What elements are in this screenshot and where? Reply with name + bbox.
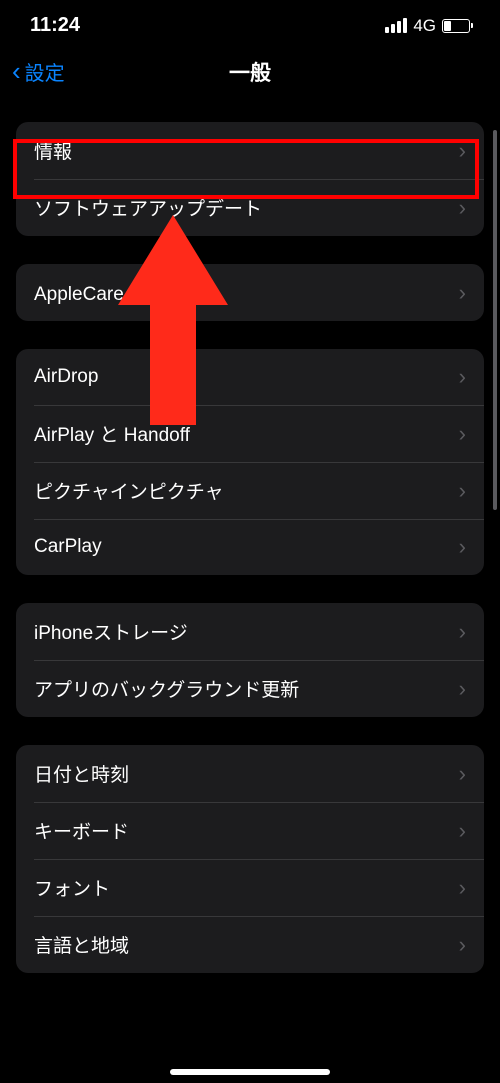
row-label: CarPlay <box>34 536 102 558</box>
row-label: 日付と時刻 <box>34 760 129 787</box>
row-background-refresh[interactable]: アプリのバックグラウンド更新 › <box>16 660 484 717</box>
chevron-right-icon: › <box>459 534 466 560</box>
row-label: AirPlay と Handoff <box>34 420 190 447</box>
row-keyboard[interactable]: キーボード › <box>16 802 484 859</box>
chevron-right-icon: › <box>459 932 466 958</box>
row-fonts[interactable]: フォント › <box>16 859 484 916</box>
battery-icon <box>442 19 470 33</box>
settings-group: iPhoneストレージ › アプリのバックグラウンド更新 › <box>16 603 484 717</box>
chevron-right-icon: › <box>459 478 466 504</box>
row-pip[interactable]: ピクチャインピクチャ › <box>16 462 484 519</box>
back-button[interactable]: ‹ 設定 <box>12 57 65 86</box>
chevron-right-icon: › <box>459 676 466 702</box>
row-carplay[interactable]: CarPlay › <box>16 519 484 575</box>
status-bar: 11:24 4G <box>0 0 500 47</box>
back-label: 設定 <box>25 57 65 86</box>
row-date-time[interactable]: 日付と時刻 › <box>16 745 484 802</box>
network-label: 4G <box>413 16 436 36</box>
row-label: キーボード <box>34 817 129 844</box>
row-applecare[interactable]: AppleCare と保証 › <box>16 264 484 321</box>
chevron-right-icon: › <box>459 195 466 221</box>
row-label: アプリのバックグラウンド更新 <box>34 675 299 702</box>
row-label: 情報 <box>34 137 72 164</box>
chevron-right-icon: › <box>459 619 466 645</box>
row-airplay[interactable]: AirPlay と Handoff › <box>16 405 484 462</box>
home-indicator[interactable] <box>170 1069 330 1075</box>
chevron-right-icon: › <box>459 421 466 447</box>
settings-group: 情報 › ソフトウェアアップデート › <box>16 122 484 236</box>
row-label: ピクチャインピクチャ <box>34 477 224 504</box>
signal-icon <box>385 18 407 33</box>
settings-group: 日付と時刻 › キーボード › フォント › 言語と地域 › <box>16 745 484 973</box>
scroll-indicator[interactable] <box>493 130 497 510</box>
row-label: AppleCare と保証 <box>34 279 186 306</box>
chevron-right-icon: › <box>459 280 466 306</box>
row-about[interactable]: 情報 › <box>16 122 484 179</box>
chevron-right-icon: › <box>459 364 466 390</box>
status-right: 4G <box>385 16 470 36</box>
chevron-right-icon: › <box>459 138 466 164</box>
row-label: フォント <box>34 874 110 901</box>
settings-group: AirDrop › AirPlay と Handoff › ピクチャインピクチャ… <box>16 349 484 575</box>
row-language-region[interactable]: 言語と地域 › <box>16 916 484 973</box>
row-label: AirDrop <box>34 366 98 388</box>
row-software-update[interactable]: ソフトウェアアップデート › <box>16 179 484 236</box>
row-label: ソフトウェアアップデート <box>34 194 262 221</box>
row-label: 言語と地域 <box>34 931 129 958</box>
row-label: iPhoneストレージ <box>34 618 188 645</box>
row-airdrop[interactable]: AirDrop › <box>16 349 484 405</box>
nav-header: ‹ 設定 一般 <box>0 47 500 104</box>
chevron-right-icon: › <box>459 818 466 844</box>
settings-group: AppleCare と保証 › <box>16 264 484 321</box>
row-iphone-storage[interactable]: iPhoneストレージ › <box>16 603 484 660</box>
page-title: 一般 <box>229 57 271 87</box>
settings-content: 情報 › ソフトウェアアップデート › AppleCare と保証 › AirD… <box>0 122 500 973</box>
chevron-right-icon: › <box>459 761 466 787</box>
chevron-right-icon: › <box>459 875 466 901</box>
chevron-left-icon: ‹ <box>12 58 21 84</box>
status-time: 11:24 <box>30 14 80 37</box>
